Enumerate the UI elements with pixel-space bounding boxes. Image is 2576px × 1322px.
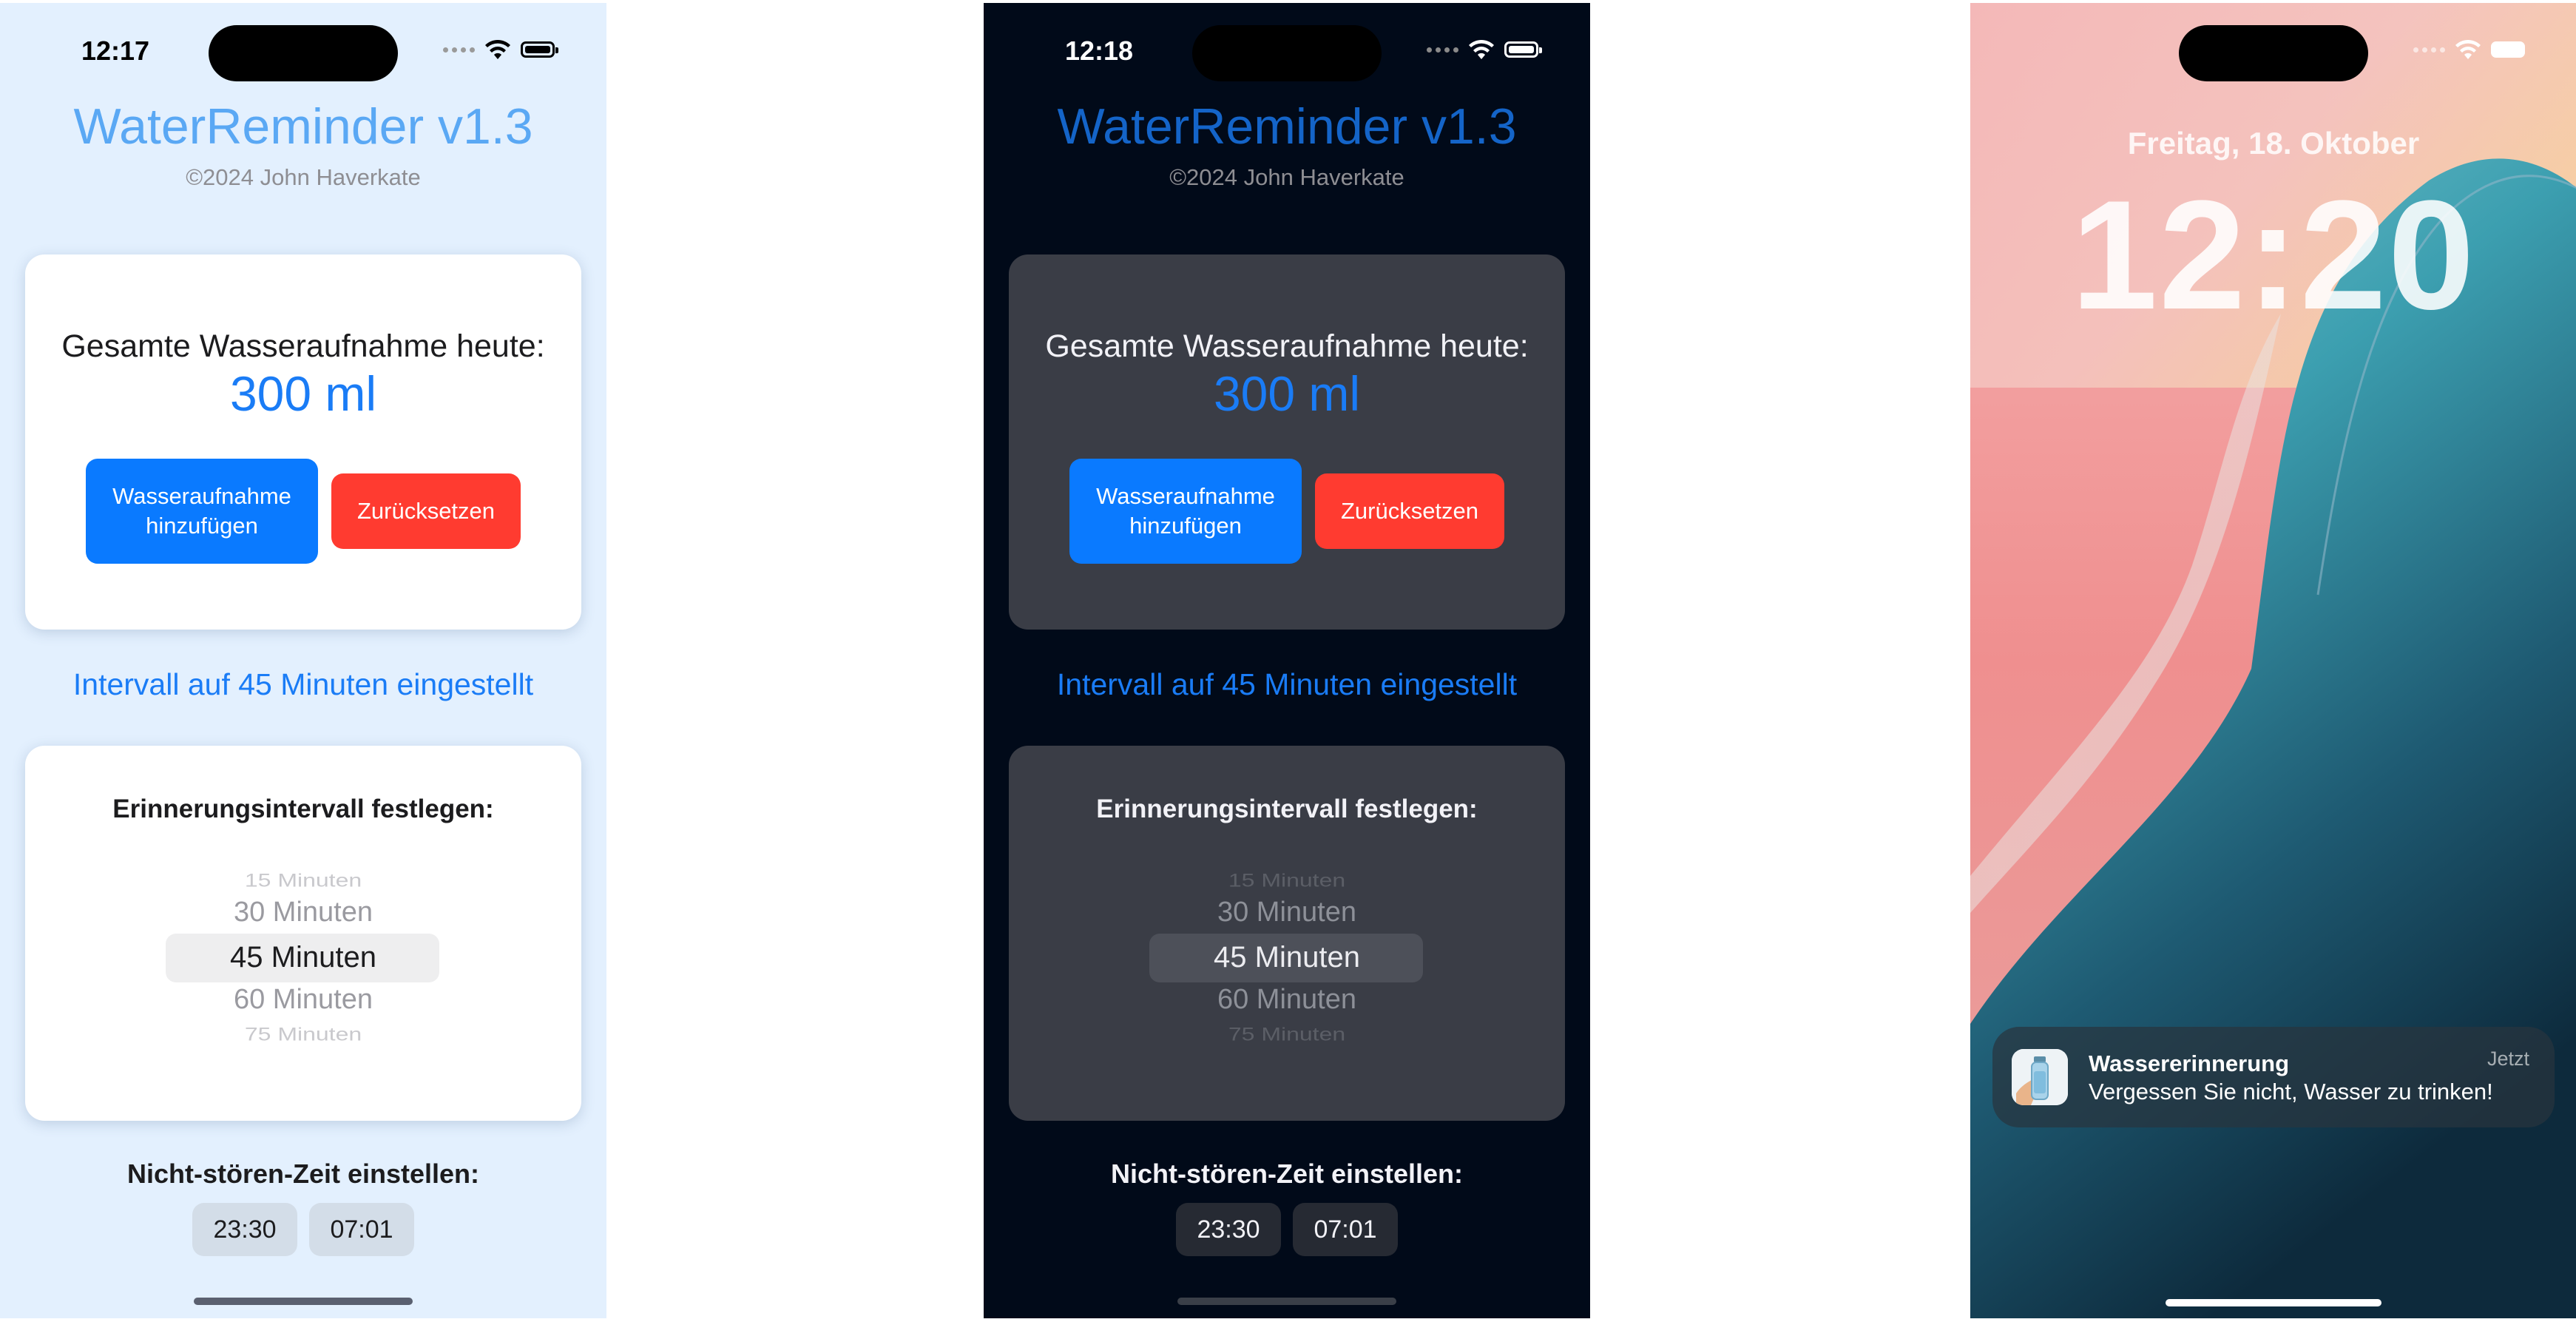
- home-indicator[interactable]: [1177, 1298, 1396, 1305]
- dnd-label: Nicht-stören-Zeit einstellen:: [126, 1159, 480, 1189]
- notification-title: Wassererinnerung: [2089, 1050, 2290, 1076]
- interval-picker-card: Erinnerungsintervall festlegen: 15 Minut…: [1009, 746, 1565, 1121]
- water-bottle-icon: [2012, 1049, 2068, 1105]
- status-time: 12:17: [81, 36, 150, 66]
- picker-option[interactable]: 15 Minuten: [1009, 870, 1565, 891]
- picker-option[interactable]: 30 Minuten: [1009, 897, 1565, 928]
- status-icons: [443, 40, 558, 59]
- picker-option[interactable]: 75 Minuten: [25, 1024, 581, 1045]
- picker-option-selected[interactable]: 45 Minuten: [25, 941, 581, 974]
- signal-icon: [443, 47, 475, 53]
- reset-button[interactable]: Zurücksetzen: [1315, 473, 1504, 549]
- battery-icon: [521, 41, 558, 58]
- interval-status: Intervall auf 45 Minuten eingestellt: [1056, 667, 1518, 701]
- add-button-label: Wasseraufnahme: [1096, 483, 1275, 509]
- lock-screen: Freitag, 18. Oktober 12:20 Wassererinner…: [1970, 3, 2576, 1318]
- copyright: ©2024 John Haverkate: [1169, 164, 1404, 190]
- lock-date: Freitag, 18. Oktober: [2127, 126, 2420, 161]
- picker-title: Erinnerungsintervall festlegen:: [1096, 795, 1478, 823]
- add-button-label: hinzufügen: [146, 513, 258, 539]
- add-water-button[interactable]: Wasseraufnahme hinzufügen: [86, 459, 318, 564]
- water-intake-card: Gesamte Wasseraufnahme heute: 300 ml Was…: [1009, 254, 1565, 630]
- water-intake-card: Gesamte Wasseraufnahme heute: 300 ml Was…: [25, 254, 581, 630]
- picker-option[interactable]: 75 Minuten: [1009, 1024, 1565, 1045]
- notification-body: Vergessen Sie nicht, Wasser zu trinken!: [2089, 1079, 2493, 1105]
- home-indicator[interactable]: [194, 1298, 413, 1305]
- dynamic-island: [209, 25, 398, 81]
- status-icons: [2413, 40, 2525, 59]
- app-title: WaterReminder v1.3: [73, 98, 533, 155]
- total-label: Gesamte Wasseraufnahme heute:: [1045, 328, 1529, 364]
- total-label: Gesamte Wasseraufnahme heute:: [61, 328, 545, 364]
- dark-mode-screen: 12:18 WaterReminder v1.3 ©2024 John Have…: [984, 3, 1590, 1318]
- signal-icon: [1427, 47, 1458, 53]
- notification-banner[interactable]: Wassererinnerung Vergessen Sie nicht, Wa…: [1992, 1027, 2555, 1127]
- lock-clock: 12:20: [2071, 168, 2476, 342]
- dnd-start-time[interactable]: 23:30: [1176, 1203, 1281, 1256]
- battery-icon: [1504, 41, 1542, 58]
- dnd-start-time[interactable]: 23:30: [192, 1203, 297, 1256]
- picker-option[interactable]: 15 Minuten: [25, 870, 581, 891]
- signal-icon: [2413, 47, 2445, 53]
- wifi-icon: [485, 40, 510, 59]
- add-button-label: hinzufügen: [1129, 513, 1242, 539]
- picker-option-selected[interactable]: 45 Minuten: [1009, 941, 1565, 974]
- picker-option[interactable]: 60 Minuten: [25, 984, 581, 1016]
- status-icons: [1427, 40, 1542, 59]
- light-mode-screen: 12:17 WaterReminder v1.3 ©2024 John Have…: [0, 3, 606, 1318]
- dynamic-island: [1192, 25, 1382, 81]
- app-title: WaterReminder v1.3: [1057, 98, 1517, 155]
- wifi-icon: [2455, 40, 2481, 59]
- reset-button[interactable]: Zurücksetzen: [331, 473, 521, 549]
- wifi-icon: [1469, 40, 1494, 59]
- dynamic-island: [2179, 25, 2368, 81]
- total-value: 300 ml: [1213, 366, 1361, 421]
- status-time: 12:18: [1065, 36, 1134, 66]
- home-indicator[interactable]: [2166, 1299, 2381, 1306]
- copyright: ©2024 John Haverkate: [186, 164, 421, 190]
- interval-status: Intervall auf 45 Minuten eingestellt: [72, 667, 534, 701]
- add-water-button[interactable]: Wasseraufnahme hinzufügen: [1069, 459, 1302, 564]
- dnd-end-time[interactable]: 07:01: [309, 1203, 414, 1256]
- add-button-label: Wasseraufnahme: [112, 483, 291, 509]
- dnd-label: Nicht-stören-Zeit einstellen:: [1110, 1159, 1464, 1189]
- picker-option[interactable]: 60 Minuten: [1009, 984, 1565, 1016]
- notification-time: Jetzt: [2487, 1048, 2529, 1070]
- picker-option[interactable]: 30 Minuten: [25, 897, 581, 928]
- picker-title: Erinnerungsintervall festlegen:: [112, 795, 494, 823]
- dnd-end-time[interactable]: 07:01: [1293, 1203, 1398, 1256]
- battery-icon: [2491, 41, 2525, 58]
- total-value: 300 ml: [229, 366, 377, 421]
- interval-picker-card: Erinnerungsintervall festlegen: 15 Minut…: [25, 746, 581, 1121]
